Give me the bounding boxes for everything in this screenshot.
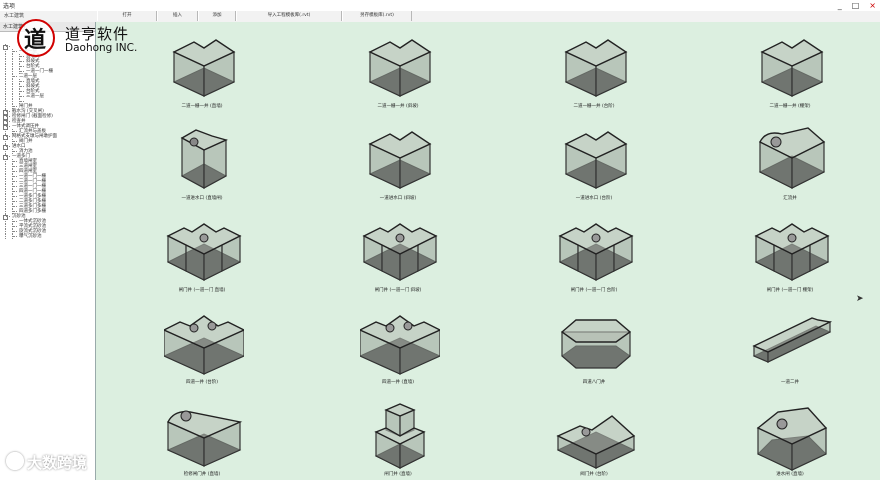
gallery-item-caption: 进水闸 (直墙) [776,472,804,477]
gallery-item[interactable]: 闸门井 (直墙) [300,396,496,480]
gallery-item[interactable]: 一道二井 [692,304,880,396]
gallery-item-caption: 检修闸门井 (直墙) [183,472,221,477]
gallery-item-caption: 闸门井 (一道一门 台阶) [570,288,618,293]
watermark: 大数跨境 [6,452,87,473]
gallery-item[interactable]: 闸门井 (一道一门 台阶) [496,212,692,304]
gallery-item[interactable]: 四道八门井 [496,304,692,396]
gallery-item-caption: 四道一井 (直墙) [382,380,414,385]
close-button[interactable]: × [869,1,876,11]
toolbar-tab[interactable]: 另存模板库(.rvt) [342,11,412,21]
minimize-button[interactable]: _ [838,1,842,11]
window-controls: _ □ × [838,0,876,11]
toolbar-tab[interactable]: 添加 [198,11,236,21]
gallery-item[interactable]: 闸门井 (一道一门 直墙) [104,212,300,304]
gallery-item[interactable]: 检修闸门井 (直墙) [104,396,300,480]
gallery-item-caption: 阀门井 (台阶) [580,472,608,477]
toolbar-tab[interactable]: 导入工程模板库(.rvt) [236,11,342,21]
gallery-item-caption: 一道进水口 (斜坡) [379,196,417,201]
gallery-item-caption: 闸门井 (一道一门 直墙) [178,288,226,293]
logo-english-name: Daohong INC. [65,42,138,54]
window-title: 选项 [3,3,16,10]
gallery-item[interactable]: 进水闸 (直墙) [692,396,880,480]
gallery-item-caption: 二道一栅一井 (棚架) [769,104,811,109]
gallery-item-caption: 闸门井 (一道一门 斜坡) [374,288,422,293]
gallery-item[interactable]: 一道进水口 (斜坡) [300,120,496,212]
watermark-icon [6,452,24,470]
gallery-item[interactable]: 四道一井 (直墙) [300,304,496,396]
gallery-item-caption: 二道一栅一井 (直墙) [181,104,223,109]
category-tree: 一道一层直墙式斜坡式台阶式一道一门一栅二道一层直墙式斜坡式台阶式三道一层闸门井截… [0,44,95,239]
gallery-item[interactable]: 闸门井 (一道一门 棚架) [692,212,880,304]
gallery-item-caption: 四道八门井 [582,380,606,385]
logo-mark: 道 [23,28,46,53]
gallery-item-caption: 一道进水口 (台阶) [575,196,613,201]
gallery-item-caption: 二道一栅一井 (斜坡) [377,104,419,109]
company-logo: 道 道亨软件 Daohong INC. [17,18,147,58]
gallery-item-caption: 闸门井 (一道一门 棚架) [766,288,814,293]
gallery-item[interactable]: 二道一栅一井 (棚架) [692,28,880,120]
gallery-item-caption: 一道进水口 (直墙闸) [181,196,223,201]
gallery-item[interactable]: 一道进水口 (台阶) [496,120,692,212]
gallery-item-caption: 四道一井 (台阶) [186,380,218,385]
gallery-item[interactable]: 二道一栅一井 (台阶) [496,28,692,120]
gallery-item-caption: 一道二井 [781,380,799,385]
category-tree-panel: 水工建筑▾ 一道一层直墙式斜坡式台阶式一道一门一栅二道一层直墙式斜坡式台阶式三道… [0,22,96,480]
tree-item-label: 曝气沉砂池 [19,234,42,239]
gallery-item[interactable]: 二道一栅一井 (斜坡) [300,28,496,120]
gallery-item[interactable]: 闸门井 (一道一门 斜坡) [300,212,496,304]
watermark-text: 大数跨境 [27,454,88,472]
mouse-cursor-icon: ➤ [856,294,864,304]
gallery-item-caption: 闸门井 (直墙) [384,472,412,477]
maximize-button[interactable]: □ [852,1,860,11]
gallery-item[interactable]: 阀门井 (台阶) [496,396,692,480]
toolbar-tab[interactable]: 插入 [157,11,198,21]
logo-chinese-name: 道亨软件 [65,25,130,43]
gallery-item[interactable]: 一道进水口 (直墙闸) [104,120,300,212]
gallery-item[interactable]: 四道一井 (台阶) [104,304,300,396]
gallery-item[interactable]: 汇流井 [692,120,880,212]
model-gallery: 二道一栅一井 (直墙) 二道一栅一井 (斜坡) 二道一栅一井 (台阶) 二道一栅… [96,22,880,480]
gallery-item-caption: 二道一栅一井 (台阶) [573,104,615,109]
gallery-item-caption: 汇流井 [783,196,797,201]
tree-item[interactable]: 曝气沉砂池 [0,234,95,239]
